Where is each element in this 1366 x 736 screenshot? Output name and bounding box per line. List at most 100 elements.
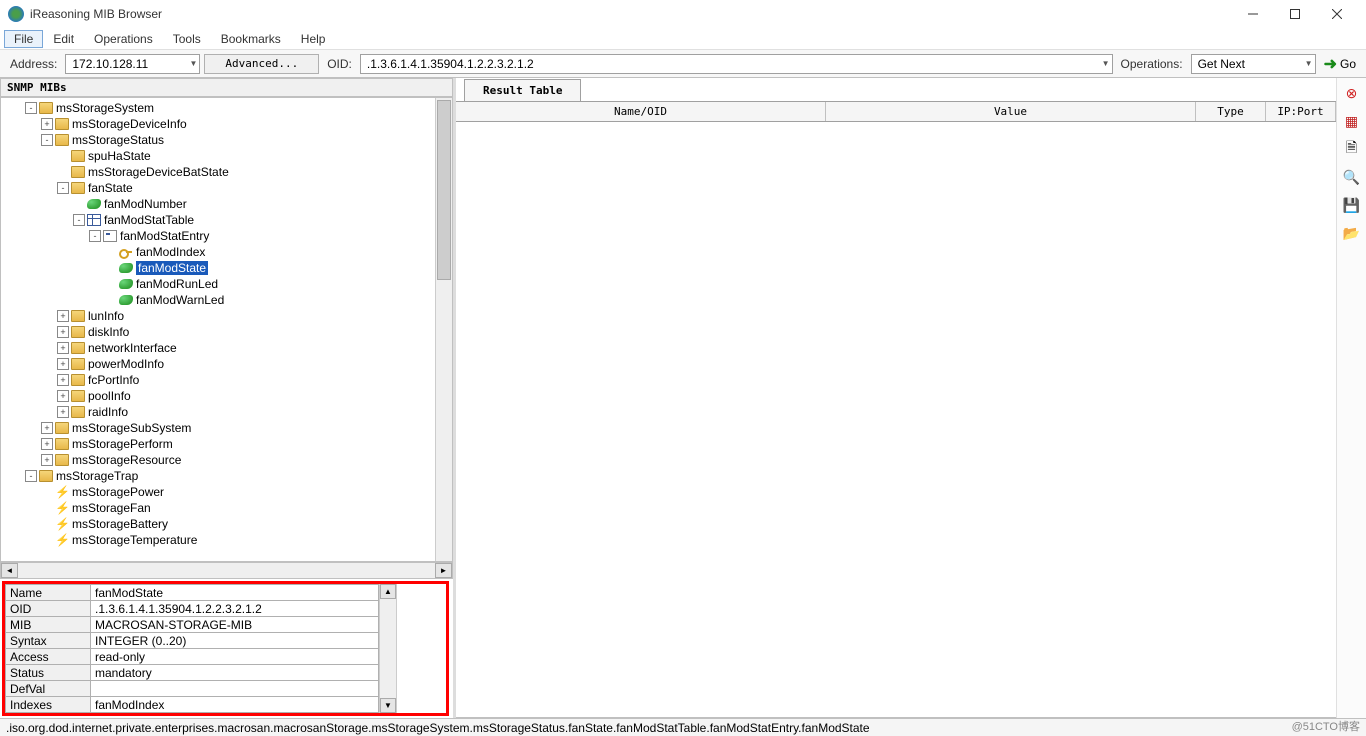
tree-node-msStoragePerform[interactable]: +msStoragePerform xyxy=(1,436,452,452)
detail-key: Syntax xyxy=(6,633,91,649)
expand-toggle xyxy=(57,166,69,178)
address-combo[interactable]: 172.10.128.11▼ xyxy=(65,54,200,74)
expand-toggle[interactable]: - xyxy=(25,102,37,114)
document-icon[interactable]: 🗎 xyxy=(1343,140,1361,158)
detail-key: Indexes xyxy=(6,697,91,713)
folder-icon xyxy=(71,390,85,402)
col-type[interactable]: Type xyxy=(1196,102,1266,121)
menu-tools[interactable]: Tools xyxy=(163,30,211,48)
tree-node-fanModWarnLed[interactable]: fanModWarnLed xyxy=(1,292,452,308)
expand-toggle xyxy=(105,246,117,258)
detail-vscroll[interactable]: ▲▼ xyxy=(379,584,396,713)
col-ip-port[interactable]: IP:Port xyxy=(1266,102,1336,121)
tree-vscroll[interactable] xyxy=(435,98,452,561)
tree-node-raidInfo[interactable]: + raidInfo xyxy=(1,404,452,420)
detail-key: Status xyxy=(6,665,91,681)
tree-node-diskInfo[interactable]: +diskInfo xyxy=(1,324,452,340)
minimize-button[interactable] xyxy=(1232,0,1274,28)
delete-icon[interactable]: ⊗ xyxy=(1343,84,1361,102)
expand-toggle xyxy=(41,518,53,530)
operations-label: Operations: xyxy=(1117,57,1187,71)
tree-label: fanModStatEntry xyxy=(120,229,209,243)
expand-toggle[interactable]: - xyxy=(57,182,69,194)
tree-node-networkInterface[interactable]: +networkInterface xyxy=(1,340,452,356)
menu-operations[interactable]: Operations xyxy=(84,30,163,48)
tree-hscroll[interactable]: ◄► xyxy=(0,562,453,579)
expand-toggle[interactable]: + xyxy=(57,342,69,354)
menu-bookmarks[interactable]: Bookmarks xyxy=(211,30,291,48)
tree-label: msStorageSystem xyxy=(56,101,154,115)
tree-label: raidInfo xyxy=(88,405,128,419)
expand-toggle[interactable]: + xyxy=(57,326,69,338)
expand-toggle[interactable]: + xyxy=(41,118,53,130)
expand-toggle[interactable]: + xyxy=(57,406,69,418)
menu-edit[interactable]: Edit xyxy=(43,30,84,48)
menu-help[interactable]: Help xyxy=(291,30,336,48)
tree-node-msStorageTemperature[interactable]: ⚡msStorageTemperature xyxy=(1,532,452,548)
tree-node-spuHaState[interactable]: spuHaState xyxy=(1,148,452,164)
folder-icon xyxy=(71,406,85,418)
menubar: File Edit Operations Tools Bookmarks Hel… xyxy=(0,28,1366,50)
tree-node-lunInfo[interactable]: + lunInfo xyxy=(1,308,452,324)
tree-node-msStorageSubSystem[interactable]: +msStorageSubSystem xyxy=(1,420,452,436)
detail-value: read-only xyxy=(91,649,379,665)
tree-node-fanModStatEntry[interactable]: - fanModStatEntry xyxy=(1,228,452,244)
expand-toggle[interactable]: + xyxy=(57,374,69,386)
result-tab[interactable]: Result Table xyxy=(464,79,581,101)
tree-node-fcPortInfo[interactable]: +fcPortInfo xyxy=(1,372,452,388)
tree-node-msStorageBattery[interactable]: ⚡msStorageBattery xyxy=(1,516,452,532)
close-button[interactable] xyxy=(1316,0,1358,28)
open-folder-icon[interactable]: 📂 xyxy=(1343,224,1361,242)
tree-node-fanModNumber[interactable]: fanModNumber xyxy=(1,196,452,212)
operations-combo[interactable]: Get Next▼ xyxy=(1191,54,1316,74)
app-icon xyxy=(8,6,24,22)
oid-combo[interactable]: .1.3.6.1.4.1.35904.1.2.2.3.2.1.2▼ xyxy=(360,54,1113,74)
mib-tree[interactable]: -msStorageSystem+msStorageDeviceInfo-msS… xyxy=(0,97,453,562)
expand-toggle[interactable]: - xyxy=(25,470,37,482)
expand-toggle[interactable]: - xyxy=(41,134,53,146)
tree-node-msStorageDeviceInfo[interactable]: +msStorageDeviceInfo xyxy=(1,116,452,132)
expand-toggle[interactable]: - xyxy=(89,230,101,242)
maximize-button[interactable] xyxy=(1274,0,1316,28)
detail-row-syntax: SyntaxINTEGER (0..20) xyxy=(6,633,379,649)
tree-node-fanState[interactable]: -fanState xyxy=(1,180,452,196)
expand-toggle[interactable]: + xyxy=(57,310,69,322)
result-body[interactable] xyxy=(456,122,1336,718)
go-arrow-icon: ➜ xyxy=(1324,54,1337,74)
expand-toggle[interactable]: - xyxy=(73,214,85,226)
tree-node-msStorageResource[interactable]: +msStorageResource xyxy=(1,452,452,468)
expand-toggle xyxy=(105,262,117,274)
tree-label: fanModRunLed xyxy=(136,277,218,291)
tree-node-powerModInfo[interactable]: +powerModInfo xyxy=(1,356,452,372)
detail-row-indexes: IndexesfanModIndex xyxy=(6,697,379,713)
save-icon[interactable]: 💾 xyxy=(1343,196,1361,214)
tree-node-fanModIndex[interactable]: fanModIndex xyxy=(1,244,452,260)
tree-node-poolInfo[interactable]: +poolInfo xyxy=(1,388,452,404)
expand-toggle[interactable]: + xyxy=(41,438,53,450)
search-icon[interactable]: 🔍 xyxy=(1343,168,1361,186)
col-value[interactable]: Value xyxy=(826,102,1196,121)
tree-node-msStorageDeviceBatState[interactable]: msStorageDeviceBatState xyxy=(1,164,452,180)
tree-node-fanModState[interactable]: fanModState xyxy=(1,260,452,276)
go-button[interactable]: ➜Go xyxy=(1320,54,1360,74)
clear-table-icon[interactable]: ▦ xyxy=(1343,112,1361,130)
folder-icon xyxy=(71,310,85,322)
menu-file[interactable]: File xyxy=(4,30,43,48)
tree-node-msStorageStatus[interactable]: -msStorageStatus xyxy=(1,132,452,148)
col-name-oid[interactable]: Name/OID xyxy=(456,102,826,121)
expand-toggle[interactable]: + xyxy=(41,422,53,434)
expand-toggle xyxy=(105,278,117,290)
detail-value: mandatory xyxy=(91,665,379,681)
tree-node-fanModRunLed[interactable]: fanModRunLed xyxy=(1,276,452,292)
expand-toggle[interactable]: + xyxy=(41,454,53,466)
tree-node-msStoragePower[interactable]: ⚡msStoragePower xyxy=(1,484,452,500)
tree-node-fanModStatTable[interactable]: -fanModStatTable xyxy=(1,212,452,228)
advanced-button[interactable]: Advanced... xyxy=(204,54,319,74)
tree-node-msStorageSystem[interactable]: - msStorageSystem xyxy=(1,100,452,116)
expand-toggle[interactable]: + xyxy=(57,390,69,402)
tree-label: lunInfo xyxy=(88,309,124,323)
folder-icon xyxy=(71,374,85,386)
tree-node-msStorageTrap[interactable]: -msStorageTrap xyxy=(1,468,452,484)
tree-node-msStorageFan[interactable]: ⚡msStorageFan xyxy=(1,500,452,516)
expand-toggle[interactable]: + xyxy=(57,358,69,370)
